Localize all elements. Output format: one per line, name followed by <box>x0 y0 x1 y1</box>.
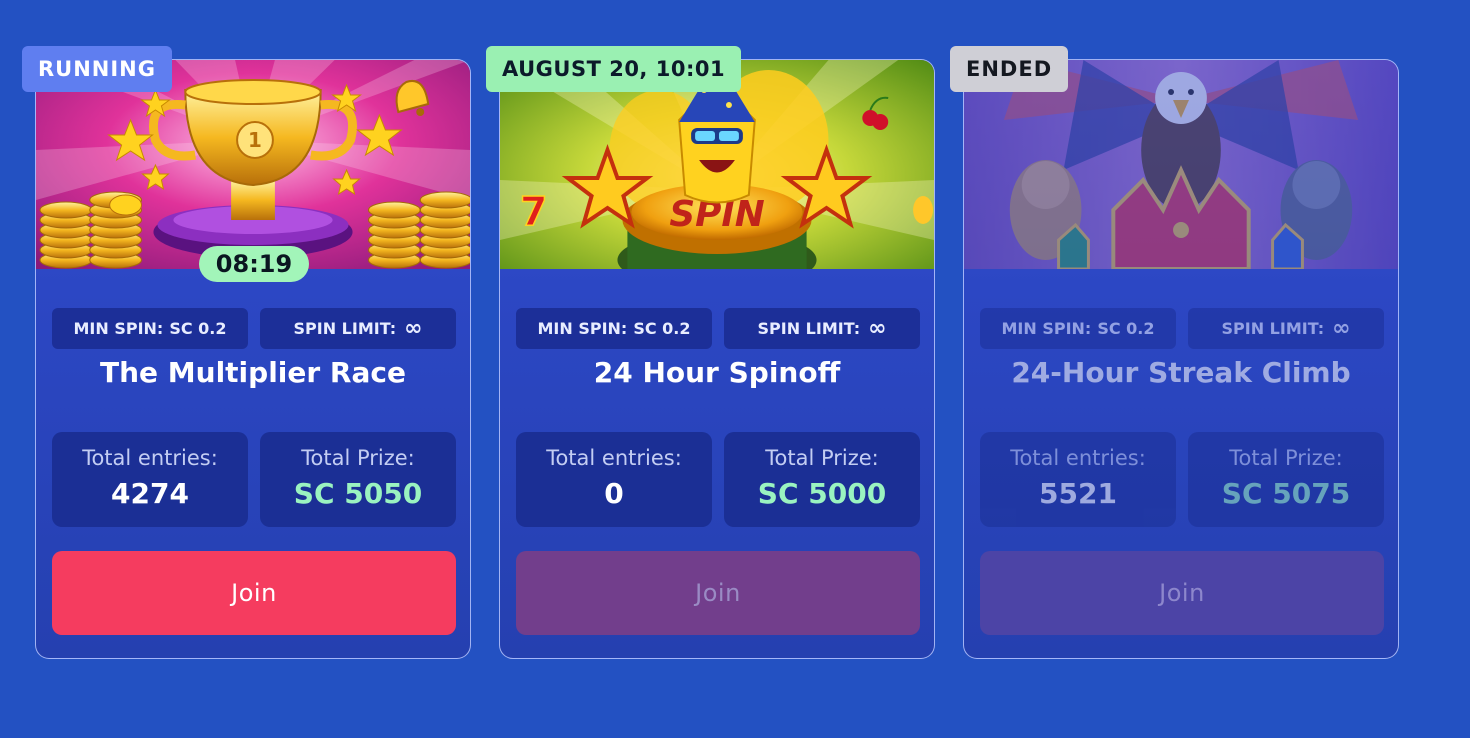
tournament-card: ENDED MIN SPIN: SC 0.2 SPIN LIMIT: ∞ 24-Ho… <box>950 46 1399 659</box>
min-spin-chip: MIN SPIN: SC 0.2 <box>980 308 1176 349</box>
min-spin-chip: MIN SPIN: SC 0.2 <box>516 308 712 349</box>
total-entries-label: Total entries: <box>1010 446 1146 470</box>
total-prize-value: SC 5050 <box>293 477 423 510</box>
total-entries-label: Total entries: <box>546 446 682 470</box>
tournament-card: 1 RUNNING 08:19 MIN SPIN: SC 0.2 SPIN LI… <box>22 46 471 659</box>
min-spin-label: MIN SPIN: <box>537 319 628 338</box>
spin-limit-chip: SPIN LIMIT: ∞ <box>260 308 456 349</box>
spin-limit-label: SPIN LIMIT: <box>293 319 397 338</box>
tournament-title: 24 Hour Spinoff <box>593 356 841 389</box>
status-badge: RUNNING <box>22 46 172 92</box>
tournament-title: The Multiplier Race <box>100 356 406 389</box>
spin-limit-label: SPIN LIMIT: <box>757 319 861 338</box>
spin-limit-label: SPIN LIMIT: <box>1221 319 1325 338</box>
total-entries-value: 0 <box>604 477 624 510</box>
min-spin-label: MIN SPIN: <box>73 319 164 338</box>
infinity-icon: ∞ <box>404 316 423 341</box>
tournament-title: 24-Hour Streak Climb <box>1011 356 1351 389</box>
total-prize-box: Total Prize: SC 5075 <box>1188 432 1384 527</box>
total-entries-box: Total entries: 0 <box>516 432 712 527</box>
min-spin-value: SC 0.2 <box>1097 319 1155 338</box>
infinity-icon: ∞ <box>1332 316 1351 341</box>
total-prize-value: SC 5075 <box>1221 477 1351 510</box>
total-entries-value: 4274 <box>111 477 189 510</box>
total-entries-value: 5521 <box>1039 477 1117 510</box>
countdown-timer: 08:19 <box>199 246 309 282</box>
svg-text:1: 1 <box>248 128 262 152</box>
join-button[interactable]: Join <box>980 551 1384 635</box>
total-entries-box: Total entries: 4274 <box>52 432 248 527</box>
infinity-icon: ∞ <box>868 316 887 341</box>
total-prize-box: Total Prize: SC 5050 <box>260 432 456 527</box>
spin-limit-chip: SPIN LIMIT: ∞ <box>1188 308 1384 349</box>
status-badge: ENDED <box>950 46 1069 92</box>
min-spin-value: SC 0.2 <box>633 319 691 338</box>
tournament-card: SPIN 7 AUGUST 20, 10:01 MIN SPIN:SC 0.2 <box>486 46 935 659</box>
join-button[interactable]: Join <box>52 551 456 635</box>
min-spin-value: SC 0.2 <box>169 319 227 338</box>
start-time-badge: AUGUST 20, 10:01 <box>486 46 742 92</box>
spin-limit-chip: SPIN LIMIT: ∞ <box>724 308 920 349</box>
svg-text:7: 7 <box>520 189 548 235</box>
total-prize-label: Total Prize: <box>765 446 879 470</box>
total-prize-box: Total Prize: SC 5000 <box>724 432 920 527</box>
total-prize-label: Total Prize: <box>301 446 415 470</box>
join-button[interactable]: Join <box>516 551 920 635</box>
total-prize-label: Total Prize: <box>1229 446 1343 470</box>
min-spin-chip: MIN SPIN: SC 0.2 <box>52 308 248 349</box>
total-entries-label: Total entries: <box>82 446 218 470</box>
total-entries-box: Total entries: 5521 <box>980 432 1176 527</box>
total-prize-value: SC 5000 <box>757 477 887 510</box>
min-spin-label: MIN SPIN: <box>1001 319 1092 338</box>
